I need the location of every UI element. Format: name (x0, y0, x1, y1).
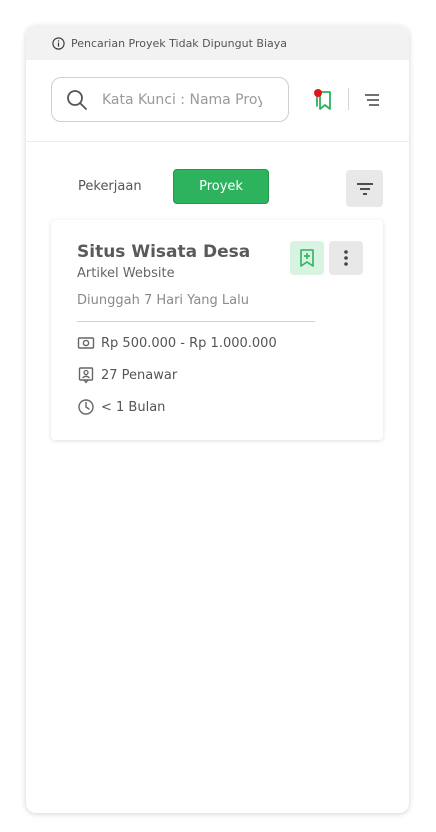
project-duration: < 1 Bulan (77, 398, 165, 416)
tab-bar: Pekerjaan Proyek (26, 142, 409, 220)
app-screen: Pencarian Proyek Tidak Dipungut Biaya Ka… (26, 26, 409, 813)
filter-icon (356, 182, 374, 196)
search-input[interactable] (102, 91, 262, 108)
header (26, 60, 409, 142)
more-options-button[interactable] (329, 241, 363, 275)
bidders-text: 27 Penawar (101, 367, 178, 383)
bookmark-add-icon (298, 248, 316, 268)
budget-text: Rp 500.000 - Rp 1.000.000 (101, 335, 277, 351)
project-category: Artikel Website (77, 266, 175, 281)
duration-text: < 1 Bulan (101, 399, 166, 415)
money-icon (77, 334, 95, 352)
project-bidders: 27 Penawar (77, 366, 177, 384)
notice-bar: Pencarian Proyek Tidak Dipungut Biaya (26, 26, 409, 60)
project-budget: Rp 500.000 - Rp 1.000.000 (77, 334, 277, 352)
search-icon (66, 89, 88, 111)
more-vertical-icon (343, 249, 349, 267)
project-title: Situs Wisata Desa (77, 242, 251, 262)
bidder-icon (77, 366, 95, 384)
info-icon (52, 36, 65, 50)
notification-badge (314, 89, 322, 97)
clock-icon (77, 398, 95, 416)
project-card[interactable]: Situs Wisata Desa Artikel Website Diungg… (51, 220, 383, 440)
search-box[interactable] (51, 77, 289, 122)
menu-icon[interactable] (363, 91, 381, 109)
header-divider (348, 88, 349, 110)
tab-proyek[interactable]: Proyek (173, 169, 269, 204)
card-divider (77, 321, 315, 322)
filter-button[interactable] (346, 170, 383, 207)
project-posted-time: Diunggah 7 Hari Yang Lalu (77, 293, 249, 308)
tab-pekerjaan[interactable]: Pekerjaan (78, 179, 142, 194)
save-project-button[interactable] (290, 241, 324, 275)
notice-text: Pencarian Proyek Tidak Dipungut Biaya (71, 36, 287, 50)
